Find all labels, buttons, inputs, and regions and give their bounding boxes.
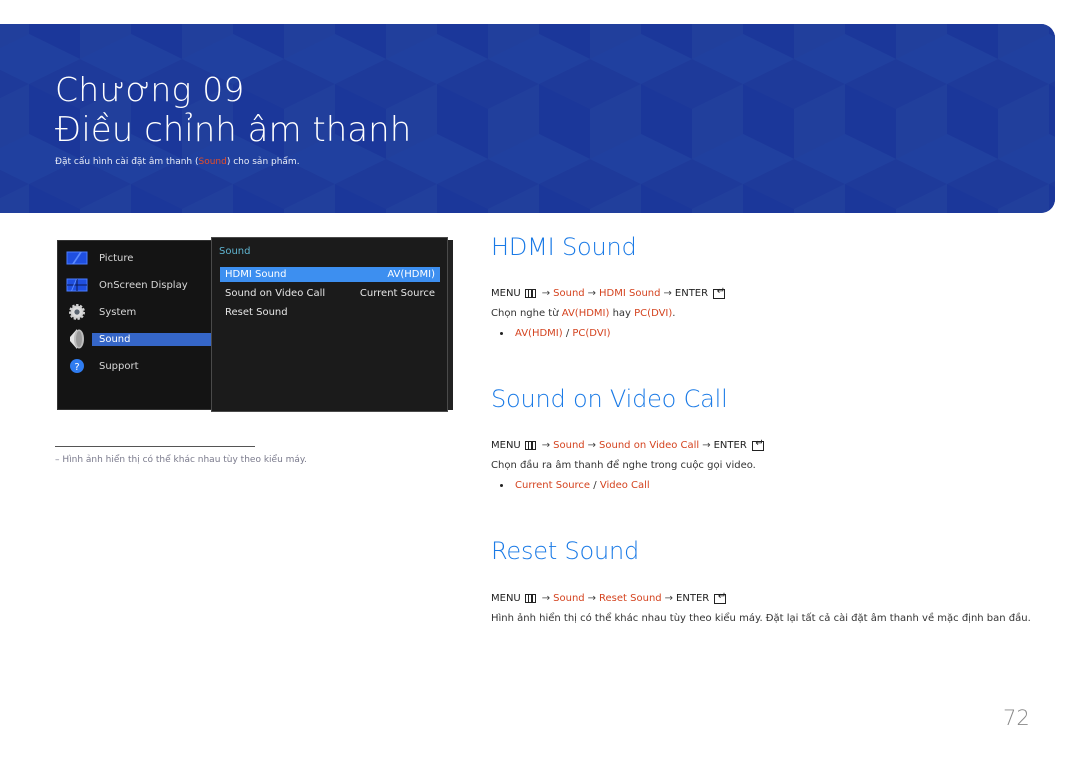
osd-submenu-item-reset-sound[interactable]: Reset Sound bbox=[220, 305, 440, 320]
osd-menu-item-sound[interactable]: Sound bbox=[58, 328, 216, 350]
option-value: AV(HDMI) bbox=[515, 328, 563, 339]
osd-menu-item-support[interactable]: ? Support bbox=[58, 355, 216, 377]
arrow-icon: → bbox=[664, 593, 674, 604]
arrow-icon: → bbox=[541, 593, 551, 604]
menu-icon bbox=[524, 289, 536, 298]
page-number: 72 bbox=[1003, 706, 1030, 730]
section-heading: Reset Sound bbox=[491, 537, 640, 565]
osd-submenu-item-hdmi-sound[interactable]: HDMI Sound AV(HDMI) bbox=[220, 267, 440, 282]
osd-menu-label: Support bbox=[99, 360, 139, 372]
menu-label: MENU bbox=[491, 288, 521, 299]
submenu-item-label: HDMI Sound bbox=[225, 269, 287, 280]
option-value: Current Source bbox=[515, 480, 591, 491]
chapter-subtitle: Đặt cấu hình cài đặt âm thanh (Sound) ch… bbox=[55, 157, 300, 167]
picture-icon bbox=[66, 249, 88, 267]
menu-path: MENU → Sound → HDMI Sound → ENTER bbox=[491, 286, 726, 299]
subtitle-text: ) cho sản phẩm. bbox=[226, 157, 300, 167]
path-step: HDMI Sound bbox=[599, 288, 661, 299]
path-step: Reset Sound bbox=[599, 593, 662, 604]
section-reset-sound: Reset Sound bbox=[491, 537, 639, 565]
osd-menu-label: System bbox=[99, 306, 137, 318]
arrow-icon: → bbox=[587, 288, 597, 299]
option-value: Video Call bbox=[599, 480, 650, 491]
path-step: Sound bbox=[553, 288, 585, 299]
bullet-icon bbox=[500, 331, 503, 335]
footnote: – Hình ảnh hiển thị có thể khác nhau tùy… bbox=[55, 455, 307, 465]
separator: / bbox=[590, 480, 600, 491]
osd-sound-submenu: Sound HDMI Sound AV(HDMI) Sound on Video… bbox=[211, 237, 448, 412]
section-heading: Sound on Video Call bbox=[491, 385, 728, 413]
path-step: Sound bbox=[553, 440, 585, 451]
section-description: Chọn đầu ra âm thanh để nghe trong cuộc … bbox=[491, 460, 756, 471]
osd-menu-label: Picture bbox=[99, 252, 134, 264]
submenu-item-label: Sound on Video Call bbox=[225, 288, 326, 299]
osd-main-menu: Picture OnScreen Display System Sound ? … bbox=[57, 240, 217, 410]
osd-submenu-item-sound-on-video-call[interactable]: Sound on Video Call Current Source bbox=[220, 286, 440, 301]
enter-label: ENTER bbox=[674, 288, 709, 299]
menu-label: MENU bbox=[491, 593, 521, 604]
path-step: Sound on Video Call bbox=[599, 440, 700, 451]
osd-menu-item-system[interactable]: System bbox=[58, 301, 216, 323]
submenu-item-value: Current Source bbox=[359, 288, 435, 299]
desc-option: PC(DVI) bbox=[634, 308, 673, 319]
desc-text: Chọn nghe từ bbox=[491, 308, 562, 319]
speaker-icon bbox=[66, 329, 88, 349]
section-sound-on-video-call: Sound on Video Call bbox=[491, 385, 728, 413]
subtitle-highlight: Sound bbox=[198, 157, 227, 167]
path-step: Sound bbox=[553, 593, 585, 604]
options-list-item: Current Source / Video Call bbox=[500, 480, 650, 491]
enter-label: ENTER bbox=[676, 593, 710, 604]
enter-label: ENTER bbox=[713, 440, 747, 451]
arrow-icon: → bbox=[541, 288, 551, 299]
menu-path: MENU → Sound → Sound on Video Call → ENT… bbox=[491, 438, 764, 451]
separator: / bbox=[562, 328, 573, 339]
section-hdmi-sound: HDMI Sound bbox=[491, 233, 637, 261]
option-value: PC(DVI) bbox=[572, 328, 611, 339]
svg-text:?: ? bbox=[74, 362, 79, 373]
submenu-item-label: Reset Sound bbox=[225, 307, 288, 318]
menu-icon bbox=[524, 441, 536, 450]
arrow-icon: → bbox=[663, 288, 672, 299]
help-icon: ? bbox=[66, 357, 88, 375]
bullet-icon bbox=[500, 483, 503, 487]
osd-menu-item-onscreen-display[interactable]: OnScreen Display bbox=[58, 274, 216, 296]
chapter-number: Chương 09 bbox=[55, 70, 245, 109]
enter-icon bbox=[714, 591, 727, 604]
desc-text: hay bbox=[609, 308, 635, 319]
submenu-title: Sound bbox=[219, 246, 251, 257]
arrow-icon: → bbox=[587, 440, 597, 451]
gear-icon bbox=[66, 303, 88, 321]
arrow-icon: → bbox=[702, 440, 711, 451]
menu-icon bbox=[524, 594, 536, 603]
section-heading: HDMI Sound bbox=[491, 233, 637, 261]
menu-label: MENU bbox=[491, 440, 521, 451]
chapter-title: Điều chỉnh âm thanh bbox=[55, 110, 412, 150]
submenu-item-value: AV(HDMI) bbox=[387, 269, 435, 280]
osd-menu-label: OnScreen Display bbox=[99, 279, 188, 291]
osd-menu-label: Sound bbox=[99, 333, 131, 345]
enter-icon bbox=[713, 286, 726, 299]
footnote-divider bbox=[55, 446, 255, 447]
section-description: Hình ảnh hiển thị có thể khác nhau tùy t… bbox=[491, 613, 1031, 624]
arrow-icon: → bbox=[541, 440, 551, 451]
chapter-banner: Chương 09 Điều chỉnh âm thanh Đặt cấu hì… bbox=[0, 24, 1055, 213]
subtitle-text: Đặt cấu hình cài đặt âm thanh ( bbox=[55, 157, 199, 167]
enter-icon bbox=[751, 438, 764, 451]
onscreen-display-icon bbox=[66, 276, 88, 294]
desc-option: AV(HDMI) bbox=[561, 308, 610, 319]
desc-text: . bbox=[672, 308, 676, 319]
arrow-icon: → bbox=[587, 593, 597, 604]
osd-menu-item-picture[interactable]: Picture bbox=[58, 247, 216, 269]
section-description: Chọn nghe từ AV(HDMI) hay PC(DVI). bbox=[491, 308, 675, 319]
menu-path: MENU → Sound → Reset Sound → ENTER bbox=[491, 591, 727, 604]
options-list-item: AV(HDMI) / PC(DVI) bbox=[500, 328, 611, 339]
